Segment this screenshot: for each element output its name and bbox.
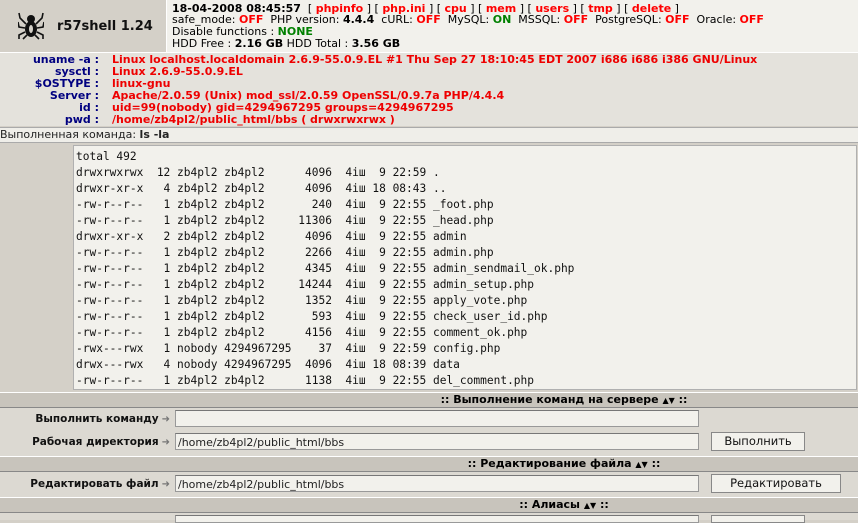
exec-section-title-end: :: xyxy=(678,393,688,406)
pwd-value: /home/zb4pl2/public_html/bbs ( drwxrwxrw… xyxy=(112,113,395,126)
php-version-value: 4.4.4 xyxy=(342,13,375,26)
sort-arrows-icon[interactable]: ▲▼ xyxy=(662,396,674,405)
sort-arrows-icon[interactable]: ▲▼ xyxy=(635,460,647,469)
executed-command-value: ls -la xyxy=(139,128,170,141)
alias-section-header: :: Алиасы ▲▼ :: xyxy=(0,497,858,513)
sort-arrows-icon[interactable]: ▲▼ xyxy=(584,501,596,510)
workdir-label-wrap: Рабочая директория ➜ xyxy=(32,436,170,448)
arrow-right-icon: ➜ xyxy=(161,437,170,448)
edit-file-button[interactable]: Редактировать xyxy=(711,474,841,493)
hdd-total-value: 3.56 GB xyxy=(351,37,401,50)
command-output-textarea[interactable]: total 492 drwxrwxrwx 12 zb4pl2 zb4pl2 40… xyxy=(73,145,857,390)
edit-file-input[interactable]: /home/zb4pl2/public_html/bbs xyxy=(175,475,699,492)
header-line-4: HDD Free : 2.16 GB HDD Total : 3.56 GB xyxy=(172,37,400,50)
edit-section-title-end: :: xyxy=(651,457,661,470)
mysql-value: ON xyxy=(492,13,512,26)
pwd-label: pwd : xyxy=(64,113,99,126)
alias-section-body xyxy=(0,513,858,523)
arrow-right-icon: ➜ xyxy=(161,479,170,490)
oracle-label: Oracle: xyxy=(696,13,737,26)
executed-command-line: Выполненная команда: ls -la xyxy=(0,128,169,142)
mysql-label: MySQL: xyxy=(447,13,490,26)
command-output-text: total 492 drwxrwxrwx 12 zb4pl2 zb4pl2 40… xyxy=(76,150,575,387)
exec-section-title: :: Выполнение команд на сервере xyxy=(440,393,659,406)
alias-run-button[interactable] xyxy=(711,515,805,523)
edit-section-title: :: Редактирование файла xyxy=(467,457,632,470)
curl-value: OFF xyxy=(416,13,441,26)
alias-section-title: :: Алиасы xyxy=(519,498,580,511)
sysinfo-pwd: pwd : /home/zb4pl2/public_html/bbs ( drw… xyxy=(0,114,858,126)
edit-section-body: Редактировать файл ➜ /home/zb4pl2/public_… xyxy=(0,472,858,497)
postgresql-label: PostgreSQL: xyxy=(595,13,662,26)
exec-command-label: Выполнить команду xyxy=(35,413,159,425)
edit-file-label: Редактировать файл xyxy=(30,478,159,490)
alias-select[interactable] xyxy=(175,515,699,523)
alias-section-title-end: :: xyxy=(599,498,609,511)
hdd-free-value: 2.16 GB xyxy=(234,37,284,50)
edit-section-header: :: Редактирование файла ▲▼ :: xyxy=(0,456,858,472)
exec-section-header: :: Выполнение команд на сервере ▲▼ :: xyxy=(0,392,858,408)
mssql-label: MSSQL: xyxy=(518,13,561,26)
executed-command-bar: Выполненная команда: ls -la xyxy=(0,127,858,143)
exec-section-body: Выполнить команду ➜ Рабочая директория ➜ /… xyxy=(0,408,858,456)
edit-file-label-wrap: Редактировать файл ➜ xyxy=(30,478,170,490)
curl-label: cURL: xyxy=(381,13,413,26)
workdir-label: Рабочая директория xyxy=(32,436,159,448)
arrow-right-icon: ➜ xyxy=(161,414,170,425)
hdd-total-label: HDD Total : xyxy=(286,37,349,50)
run-command-button[interactable]: Выполнить xyxy=(711,432,805,451)
mssql-value: OFF xyxy=(563,13,589,26)
logo-cell: r57shell 1.24 xyxy=(0,0,167,52)
hdd-free-label: HDD Free : xyxy=(172,37,232,50)
executed-command-label: Выполненная команда: xyxy=(0,128,137,141)
oracle-value: OFF xyxy=(739,13,764,26)
sysinfo-panel: uname -a : Linux localhost.localdomain 2… xyxy=(0,53,858,126)
exec-command-label-wrap: Выполнить команду ➜ xyxy=(35,413,170,425)
app-title: r57shell 1.24 xyxy=(57,19,153,34)
workdir-input[interactable]: /home/zb4pl2/public_html/bbs xyxy=(175,433,699,450)
exec-command-input[interactable] xyxy=(175,410,699,427)
postgresql-value: OFF xyxy=(665,13,690,26)
spider-logo-icon xyxy=(18,12,44,40)
